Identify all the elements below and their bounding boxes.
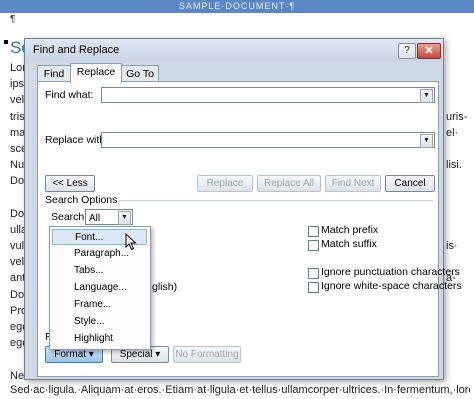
search-label: Search: [51, 211, 88, 223]
chevron-down-icon[interactable]: ▼ [420, 89, 433, 103]
ignore-punctuation-checkbox[interactable] [308, 268, 319, 279]
menu-item-highlight[interactable]: Highlight [52, 331, 147, 347]
document-line-fragment: lisi. [446, 159, 462, 172]
tab-goto[interactable]: Go To [121, 65, 159, 82]
chevron-down-icon[interactable]: ▼ [118, 211, 131, 225]
document-body-line: Sed·ac·ligula.·Aliquam·at·eros.·Etiam·at… [10, 384, 470, 396]
dialog-titlebar[interactable]: Find and Replace ? ✕ [25, 39, 443, 61]
replace-with-label: Replace with: [45, 134, 109, 146]
document-line-fragment [446, 222, 472, 238]
mouse-pointer-icon [125, 233, 137, 251]
document-line-fragment [446, 92, 472, 108]
find-next-button[interactable]: Find Next [325, 175, 381, 192]
heading-bullet [4, 40, 8, 44]
match-prefix-label[interactable]: Match prefix [321, 224, 378, 236]
document-body-right: uris-el· lisi. is· a- [446, 60, 472, 384]
replace-all-button[interactable]: Replace All [257, 175, 321, 192]
help-button[interactable]: ? [398, 43, 416, 59]
document-line-fragment [446, 141, 472, 157]
pilcrow-mark: ¶ [10, 14, 16, 25]
ignore-whitespace-checkbox[interactable] [308, 282, 319, 293]
partial-option-text: glish) [152, 281, 178, 293]
document-line-fragment [446, 206, 472, 222]
less-button[interactable]: << Less [45, 175, 95, 192]
tab-replace[interactable]: Replace [70, 63, 122, 83]
cancel-button[interactable]: Cancel [385, 175, 435, 192]
close-button[interactable]: ✕ [417, 43, 441, 59]
document-line-fragment [446, 303, 472, 319]
chevron-down-icon[interactable]: ▼ [420, 134, 433, 148]
dialog-title: Find and Replace [33, 44, 120, 56]
document-line-fragment [446, 173, 472, 189]
search-direction-select[interactable]: All ▼ [85, 209, 133, 225]
document-line-fragment [446, 190, 472, 206]
document-line-fragment [446, 319, 472, 335]
search-options-label: Search Options [45, 194, 118, 206]
replace-with-input[interactable]: ▼ [101, 132, 435, 148]
section-divider [119, 200, 433, 201]
tab-find[interactable]: Find [37, 65, 71, 82]
menu-item-language[interactable]: Language... [52, 280, 147, 296]
menu-item-style[interactable]: Style... [52, 314, 147, 330]
document-line-fragment: el· [446, 126, 459, 139]
document-line-fragment: uris- [446, 110, 468, 123]
document-line-fragment: is· [446, 240, 458, 253]
match-suffix-label[interactable]: Match suffix [321, 238, 377, 250]
find-what-input[interactable]: ▼ [101, 87, 435, 103]
match-suffix-checkbox[interactable] [308, 240, 319, 251]
document-line-fragment [446, 335, 472, 351]
document-line-fragment [446, 76, 472, 92]
menu-item-frame[interactable]: Frame... [52, 297, 147, 313]
replace-button[interactable]: Replace [197, 175, 253, 192]
search-direction-value: All [89, 213, 101, 224]
ignore-whitespace-label[interactable]: Ignore white-space characters [321, 280, 462, 292]
document-line-fragment [446, 368, 472, 384]
document-line-fragment [446, 351, 472, 367]
document-line-fragment [446, 60, 472, 76]
find-what-label: Find what: [45, 89, 94, 101]
menu-item-tabs[interactable]: Tabs... [52, 263, 147, 279]
no-formatting-button[interactable]: No Formatting [173, 346, 241, 363]
match-prefix-checkbox[interactable] [308, 226, 319, 237]
document-header: SAMPLE·DOCUMENT·¶ [0, 0, 474, 13]
ignore-punctuation-label[interactable]: Ignore punctuation characters [321, 266, 460, 278]
